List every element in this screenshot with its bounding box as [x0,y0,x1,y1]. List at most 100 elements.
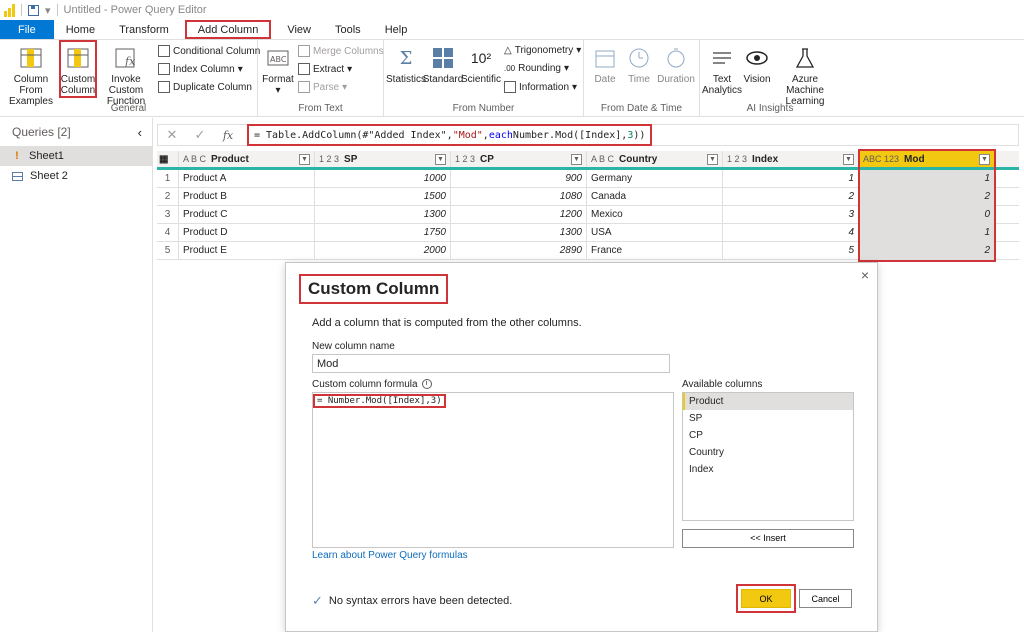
table-cell[interactable]: 1 [859,224,995,241]
table-cell[interactable]: Mexico [587,206,723,223]
column-type-icon[interactable]: 1 2 3 [319,154,339,164]
date-button[interactable]: Date [590,44,620,85]
formula-text[interactable]: = Table.AddColumn(#"Added Index", "Mod",… [246,124,653,146]
available-column-item[interactable]: CP [683,427,853,444]
table-cell[interactable]: 1 [859,170,995,187]
table-cell[interactable]: 5 [723,242,859,259]
invoke-custom-function-button[interactable]: fx Invoke Custom Function [98,44,154,107]
table-cell[interactable]: Canada [587,188,723,205]
table-cell[interactable]: 900 [451,170,587,187]
table-cell[interactable]: 1200 [451,206,587,223]
format-button[interactable]: ABC Format ▾ [261,44,295,96]
table-cell[interactable]: Product B [179,188,315,205]
available-column-item[interactable]: Product [683,393,853,410]
column-header-product[interactable]: A B C Product ▼ [179,151,315,167]
table-cell[interactable]: 2000 [315,242,451,259]
table-cell[interactable]: Product C [179,206,315,223]
available-column-item[interactable]: Country [683,444,853,461]
query-item-sheet1[interactable]: ! Sheet1 [0,146,152,166]
column-header-country[interactable]: A B C Country ▼ [587,151,723,167]
tab-home[interactable]: Home [54,20,107,39]
tab-view[interactable]: View [275,20,323,39]
trigonometry-button[interactable]: △ Trigonometry ▾ [504,45,581,56]
cancel-button[interactable]: Cancel [799,589,852,608]
tab-transform[interactable]: Transform [107,20,181,39]
ok-button[interactable]: OK [741,589,791,608]
table-cell[interactable]: Product D [179,224,315,241]
index-column-button[interactable]: Index Column ▾ [158,63,243,75]
tab-help[interactable]: Help [373,20,420,39]
table-cell[interactable]: 0 [859,206,995,223]
tab-file[interactable]: File [0,20,54,39]
table-menu-icon[interactable]: ▦ [157,151,179,167]
available-column-item[interactable]: Index [683,461,853,478]
table-cell[interactable]: 1500 [315,188,451,205]
info-icon[interactable]: i [421,379,432,390]
duration-button[interactable]: Duration [656,44,696,85]
table-cell[interactable]: Germany [587,170,723,187]
information-button[interactable]: Information ▾ [504,81,577,93]
column-type-icon[interactable]: A B C [591,154,614,164]
table-cell[interactable]: 1300 [451,224,587,241]
column-header-sp[interactable]: 1 2 3 SP ▼ [315,151,451,167]
table-cell[interactable]: France [587,242,723,259]
column-filter-dropdown-icon[interactable]: ▼ [571,154,582,165]
query-item-sheet2[interactable]: Sheet 2 [0,166,152,186]
column-filter-dropdown-icon[interactable]: ▼ [435,154,446,165]
column-from-examples-button[interactable]: Column From Examples [4,44,58,107]
extract-button[interactable]: Extract ▾ [298,63,352,75]
column-filter-dropdown-icon[interactable]: ▼ [707,154,718,165]
column-filter-dropdown-icon[interactable]: ▼ [979,154,990,165]
column-type-icon[interactable]: A B C [183,154,206,164]
save-icon[interactable] [28,4,39,16]
parse-button[interactable]: Parse ▾ [298,81,347,93]
custom-column-button[interactable]: Custom Column [59,40,97,98]
standard-button[interactable]: Standard [423,44,463,85]
rounding-button[interactable]: .00 Rounding ▾ [504,63,569,74]
fx-icon[interactable]: fx [214,129,242,142]
column-filter-dropdown-icon[interactable]: ▼ [843,154,854,165]
table-cell[interactable]: 4 [723,224,859,241]
learn-power-query-link[interactable]: Learn about Power Query formulas [312,550,468,561]
new-column-name-input[interactable] [312,354,670,373]
table-cell[interactable]: 1300 [315,206,451,223]
table-cell[interactable]: 1750 [315,224,451,241]
table-cell[interactable]: 2 [859,242,995,259]
commit-formula-icon[interactable]: ✓ [186,127,214,143]
column-filter-dropdown-icon[interactable]: ▼ [299,154,310,165]
table-cell[interactable]: Product A [179,170,315,187]
column-header-cp[interactable]: 1 2 3 CP ▼ [451,151,587,167]
vision-button[interactable]: Vision [742,44,772,85]
statistics-button[interactable]: Σ Statistics [386,44,426,85]
duplicate-column-button[interactable]: Duplicate Column [158,81,252,93]
table-cell[interactable]: USA [587,224,723,241]
table-cell[interactable]: 2 [723,188,859,205]
table-cell[interactable]: 1000 [315,170,451,187]
insert-button[interactable]: << Insert [682,529,854,548]
column-header-mod[interactable]: ABC 123 Mod ▼ [859,151,995,167]
tab-tools[interactable]: Tools [323,20,373,39]
column-type-icon[interactable]: 1 2 3 [727,154,747,164]
column-type-icon[interactable]: 1 2 3 [455,154,475,164]
merge-columns-button[interactable]: Merge Columns [298,45,384,57]
custom-column-formula-editor[interactable]: = Number.Mod([Index],3) [312,392,674,548]
cancel-formula-icon[interactable]: ✕ [158,127,186,143]
scientific-button[interactable]: 10² Scientific [461,44,501,86]
text-analytics-button[interactable]: Text Analytics [702,44,742,96]
table-cell[interactable]: 3 [723,206,859,223]
available-column-item[interactable]: SP [683,410,853,427]
close-icon[interactable]: × [861,267,869,283]
column-type-icon[interactable]: ABC 123 [863,154,899,164]
table-cell[interactable]: Product E [179,242,315,259]
table-cell[interactable]: 2890 [451,242,587,259]
conditional-column-button[interactable]: Conditional Column [158,45,260,57]
table-cell[interactable]: 2 [859,188,995,205]
quick-access-dropdown-icon[interactable]: ▾ [45,4,51,17]
table-cell[interactable]: 1080 [451,188,587,205]
tab-add-column[interactable]: Add Column [184,20,272,39]
column-header-index[interactable]: 1 2 3 Index ▼ [723,151,859,167]
table-cell[interactable]: 1 [723,170,859,187]
azure-machine-learning-button[interactable]: Azure Machine Learning [774,44,836,107]
time-button[interactable]: Time [624,44,654,85]
collapse-chevron-icon[interactable]: ‹ [138,125,142,140]
